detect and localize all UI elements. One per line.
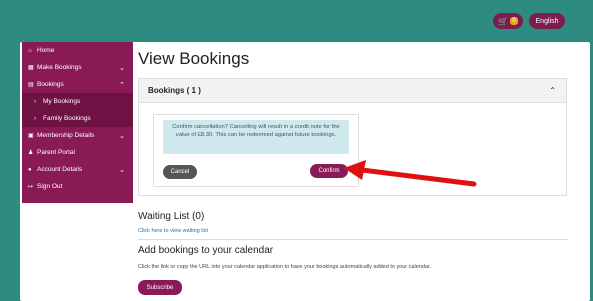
sidebar-item-sign-out[interactable]: ↦ Sign Out xyxy=(22,178,133,195)
cart-icon: 🛒 xyxy=(498,16,509,26)
sidebar-item-label: Bookings xyxy=(37,81,64,88)
chevron-right-icon: › xyxy=(34,98,36,105)
waiting-list-link[interactable]: Click here to view waiting list xyxy=(138,228,208,234)
sidebar-item-family-bookings[interactable]: › Family Bookings xyxy=(22,110,133,127)
sidebar: ⌂ Home ▦ Make Bookings ⌄ ▤ Bookings ⌃ › … xyxy=(22,42,133,203)
home-icon: ⌂ xyxy=(28,47,32,54)
bookings-panel-header[interactable]: Bookings ( 1 ) ⌃ xyxy=(139,79,566,103)
sidebar-item-label: My Bookings xyxy=(43,98,81,105)
person-icon: ♟ xyxy=(28,150,34,156)
cancel-button[interactable]: Cancel xyxy=(163,165,197,179)
sidebar-item-make-bookings[interactable]: ▦ Make Bookings ⌄ xyxy=(22,59,133,76)
id-card-icon: ▣ xyxy=(28,133,34,139)
cart-button[interactable]: 🛒 0 xyxy=(493,13,523,29)
sidebar-item-label: Parent Portal xyxy=(37,149,75,156)
sidebar-item-bookings[interactable]: ▤ Bookings ⌃ xyxy=(22,76,133,93)
sidebar-item-parent-portal[interactable]: ♟ Parent Portal xyxy=(22,144,133,161)
red-arrow-annotation xyxy=(344,160,477,187)
sidebar-item-home[interactable]: ⌂ Home xyxy=(22,42,133,59)
sidebar-item-account-details[interactable]: ● Account Details ⌄ xyxy=(22,161,133,178)
calendar-icon: ▦ xyxy=(28,65,34,71)
calendar-section-title: Add bookings to your calendar xyxy=(138,245,274,256)
language-button[interactable]: English xyxy=(529,13,565,29)
page-title: View Bookings xyxy=(138,49,250,68)
bookings-panel-title: Bookings ( 1 ) xyxy=(148,86,201,95)
sidebar-item-label: Home xyxy=(37,47,55,54)
confirmation-message: Confirm cancellation? Cancelling will re… xyxy=(163,120,349,154)
sidebar-item-label: Account Details xyxy=(37,166,83,173)
cancel-confirmation-box: Confirm cancellation? Cancelling will re… xyxy=(153,114,359,187)
chevron-up-icon: ⌃ xyxy=(119,81,125,89)
top-bar: 🛒 0 English xyxy=(0,0,593,40)
list-icon: ▤ xyxy=(28,82,34,88)
sidebar-item-label: Make Bookings xyxy=(37,64,82,71)
calendar-description: Click the link or copy the URL into your… xyxy=(138,264,431,270)
subscribe-button[interactable]: Subscribe xyxy=(138,280,182,295)
sidebar-item-label: Membership Details xyxy=(37,132,95,139)
sidebar-item-my-bookings[interactable]: › My Bookings xyxy=(22,93,133,110)
chevron-up-icon: ⌃ xyxy=(549,86,556,95)
divider xyxy=(138,239,568,240)
sidebar-item-membership-details[interactable]: ▣ Membership Details ⌄ xyxy=(22,127,133,144)
sidebar-item-label: Family Bookings xyxy=(43,115,91,122)
waiting-list-title: Waiting List (0) xyxy=(138,211,205,222)
chevron-down-icon: ⌄ xyxy=(119,64,125,72)
sign-out-icon: ↦ xyxy=(28,184,34,190)
chevron-down-icon: ⌄ xyxy=(119,132,125,140)
user-icon: ● xyxy=(28,166,32,173)
sidebar-item-label: Sign Out xyxy=(37,183,63,190)
cart-count-badge: 0 xyxy=(510,17,518,25)
chevron-right-icon: › xyxy=(34,115,36,122)
chevron-down-icon: ⌄ xyxy=(119,166,125,174)
